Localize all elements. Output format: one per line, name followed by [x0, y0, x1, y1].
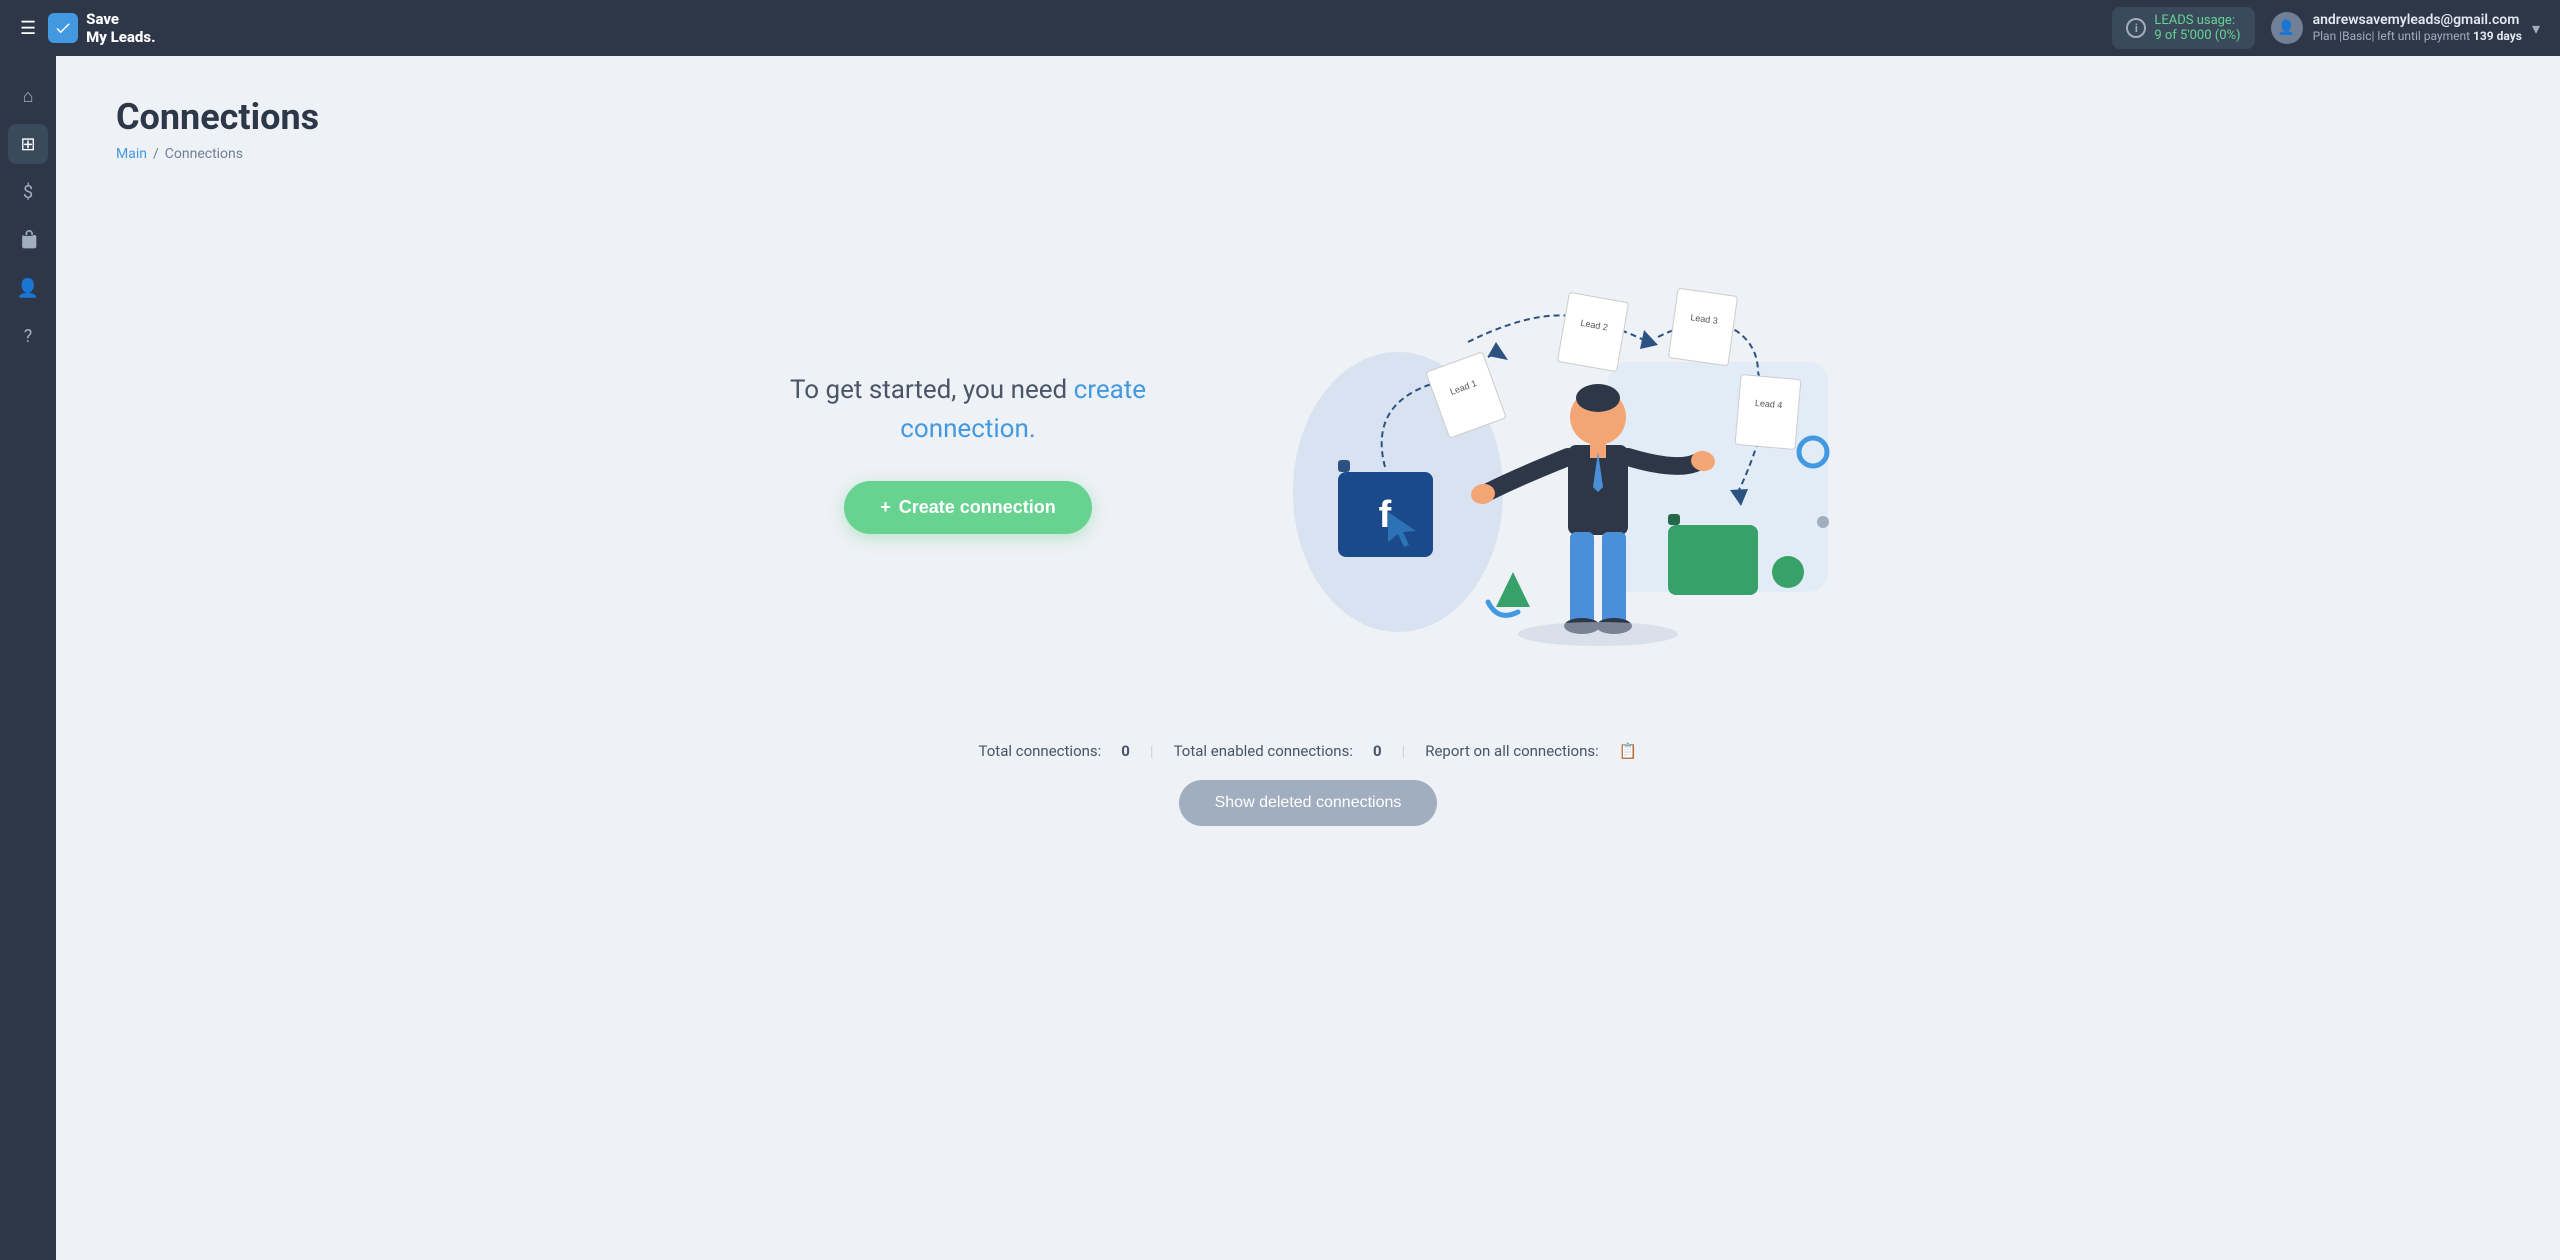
sidebar-item-connections[interactable]: ⊞: [8, 124, 48, 164]
sidebar: ⌂ ⊞ $ 👤 ?: [0, 56, 56, 1260]
footer-stats: Total connections: 0 | Total enabled con…: [116, 722, 2500, 846]
sidebar-item-billing[interactable]: $: [8, 172, 48, 212]
report-icon[interactable]: 📋: [1619, 742, 1638, 760]
checkmark-icon: [54, 19, 72, 37]
breadcrumb-main-link[interactable]: Main: [116, 146, 147, 162]
main-content: Connections Main / Connections To get st…: [56, 56, 2560, 1260]
report-label: Report on all connections:: [1425, 742, 1599, 760]
total-enabled-value: 0: [1373, 742, 1382, 760]
leads-usage-badge: i LEADS usage: 9 of 5'000 (0%): [2112, 7, 2254, 49]
hero-illustration: f Lead 1 Lead 2 Lead 3: [1268, 242, 1868, 662]
info-icon: i: [2126, 18, 2146, 38]
user-info: andrewsavemyleads@gmail.com Plan |Basic|…: [2313, 11, 2522, 45]
logo-text: Save My Leads.: [86, 10, 155, 46]
illustration-svg: f Lead 1 Lead 2 Lead 3: [1268, 242, 1868, 662]
menu-icon[interactable]: ☰: [20, 18, 36, 39]
breadcrumb-current: Connections: [165, 146, 243, 162]
page-title: Connections: [116, 96, 2500, 138]
chevron-down-icon[interactable]: ▾: [2532, 19, 2540, 38]
logo: Save My Leads.: [48, 10, 155, 46]
avatar: 👤: [2271, 12, 2303, 44]
hero-section: To get started, you need create connecti…: [116, 202, 2500, 702]
create-connection-button[interactable]: + Create connection: [844, 481, 1092, 534]
total-connections-label: Total connections:: [979, 742, 1102, 760]
sidebar-item-help[interactable]: ?: [8, 316, 48, 356]
hero-text: To get started, you need create connecti…: [748, 371, 1188, 534]
breadcrumb-separator: /: [153, 146, 159, 162]
plus-icon: +: [880, 497, 891, 518]
sidebar-item-account[interactable]: 👤: [8, 268, 48, 308]
user-plan: Plan |Basic| left until payment 139 days: [2313, 29, 2522, 45]
show-deleted-connections-button[interactable]: Show deleted connections: [1179, 780, 1438, 826]
stats-row: Total connections: 0 | Total enabled con…: [116, 742, 2500, 760]
breadcrumb: Main / Connections: [116, 146, 2500, 162]
navbar: ☰ Save My Leads. i LEADS usage: 9 of 5'0…: [0, 0, 2560, 56]
total-enabled-label: Total enabled connections:: [1174, 742, 1353, 760]
user-section: 👤 andrewsavemyleads@gmail.com Plan |Basi…: [2271, 11, 2540, 45]
logo-icon: [48, 13, 78, 43]
sidebar-item-integrations[interactable]: [8, 220, 48, 260]
user-email: andrewsavemyleads@gmail.com: [2313, 11, 2522, 29]
leads-usage-text: LEADS usage: 9 of 5'000 (0%): [2154, 13, 2240, 43]
total-connections-value: 0: [1121, 742, 1130, 760]
hero-heading: To get started, you need create connecti…: [748, 371, 1188, 449]
sidebar-item-home[interactable]: ⌂: [8, 76, 48, 116]
